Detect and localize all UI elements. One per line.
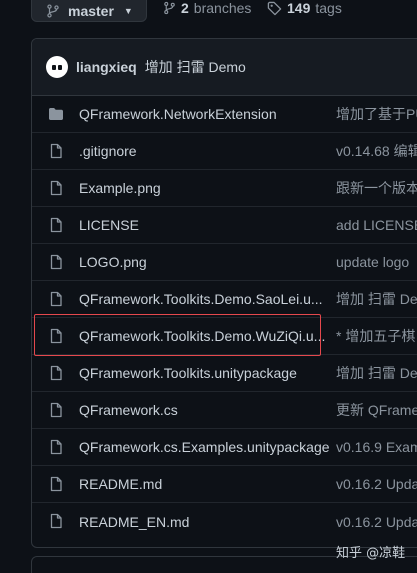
file-commit-message[interactable]: * 增加五子棋 (336, 326, 415, 346)
file-commit-message[interactable]: 更新 QFrame (336, 400, 417, 420)
file-row[interactable]: README_EN.md v0.16.2 Updat (32, 503, 417, 540)
tags-count: 149 (287, 0, 311, 16)
latest-commit-header: liangxieq 增加 扫雷 Demo (32, 39, 417, 96)
file-icon (48, 291, 64, 307)
file-commit-message[interactable]: 跟新一个版本 (336, 178, 417, 198)
file-icon (48, 365, 64, 381)
file-row[interactable]: .gitignore v0.14.68 编辑 (32, 133, 417, 170)
file-icon (48, 402, 64, 418)
git-branch-icon (47, 4, 59, 18)
file-name-link[interactable]: QFramework.NetworkExtension (79, 106, 277, 122)
file-name-link[interactable]: README_EN.md (79, 514, 189, 530)
tag-icon (267, 1, 282, 15)
file-name-link[interactable]: LOGO.png (79, 254, 147, 270)
file-name-link[interactable]: QFramework.Toolkits.unitypackage (79, 365, 297, 381)
tags-label: tags (315, 0, 342, 16)
file-row[interactable]: Example.png 跟新一个版本 (32, 170, 417, 207)
highlight-box (34, 314, 321, 356)
git-branch-icon (164, 1, 175, 15)
caret-down-icon: ▼ (123, 6, 133, 16)
tags-link[interactable]: 149 tags (267, 0, 342, 16)
file-commit-message[interactable]: v0.16.9 Examp (336, 439, 417, 455)
file-row[interactable]: README.md v0.16.2 Updat (32, 466, 417, 503)
branches-label: branches (193, 0, 252, 16)
file-icon (48, 143, 64, 159)
file-row[interactable]: QFramework.Toolkits.unitypackage 增加 扫雷 De (32, 355, 417, 392)
branch-name: master (68, 3, 114, 19)
file-commit-message[interactable]: 增加 扫雷 De (336, 289, 417, 309)
avatar[interactable] (46, 56, 68, 78)
file-icon (48, 439, 64, 455)
file-commit-message[interactable]: v0.14.68 编辑 (336, 141, 417, 161)
file-name-link[interactable]: .gitignore (79, 143, 137, 159)
file-name-link[interactable]: LICENSE (79, 217, 139, 233)
file-commit-message[interactable]: v0.16.2 Updat (336, 476, 417, 492)
branches-link[interactable]: 2 branches (163, 0, 251, 16)
branch-selector-button[interactable]: master ▼ (31, 0, 147, 22)
file-row[interactable]: QFramework.cs.Examples.unitypackage v0.16… (32, 429, 417, 466)
branches-count: 2 (181, 0, 189, 16)
file-icon (48, 513, 64, 529)
file-row[interactable]: QFramework.cs 更新 QFrame (32, 392, 417, 429)
file-commit-message[interactable]: 增加 扫雷 De (336, 363, 417, 383)
file-row[interactable]: LICENSE add LICENSE. (32, 207, 417, 244)
file-icon (48, 217, 64, 233)
file-icon (48, 180, 64, 196)
file-name-link[interactable]: QFramework.cs.Examples.unitypackage (79, 439, 330, 455)
file-commit-message[interactable]: update logo (336, 254, 409, 270)
folder-icon (48, 106, 64, 122)
file-name-link[interactable]: QFramework.Toolkits.Demo.SaoLei.u... (79, 291, 323, 307)
commit-message[interactable]: 增加 扫雷 Demo (145, 57, 246, 77)
watermark-text: 知乎 @凉鞋 (336, 546, 406, 561)
file-commit-message[interactable]: add LICENSE. (336, 217, 417, 233)
repo-toolbar: master ▼ 2 branches 149 tags (0, 0, 417, 28)
file-row[interactable]: LOGO.png update logo (32, 244, 417, 281)
file-row[interactable]: QFramework.Toolkits.Demo.SaoLei.u... 增加 扫… (32, 281, 417, 318)
file-name-link[interactable]: QFramework.cs (79, 402, 178, 418)
file-name-link[interactable]: README.md (79, 476, 162, 492)
file-icon (48, 476, 64, 492)
file-icon (48, 254, 64, 270)
file-name-link[interactable]: Example.png (79, 180, 161, 196)
file-list-box: liangxieq 增加 扫雷 Demo QFramework.NetworkE… (31, 38, 417, 548)
file-commit-message[interactable]: v0.16.2 Updat (336, 514, 417, 530)
file-row[interactable]: QFramework.NetworkExtension 增加了基于PU (32, 96, 417, 133)
file-commit-message[interactable]: 增加了基于PU (336, 104, 417, 124)
commit-author[interactable]: liangxieq (76, 59, 137, 75)
